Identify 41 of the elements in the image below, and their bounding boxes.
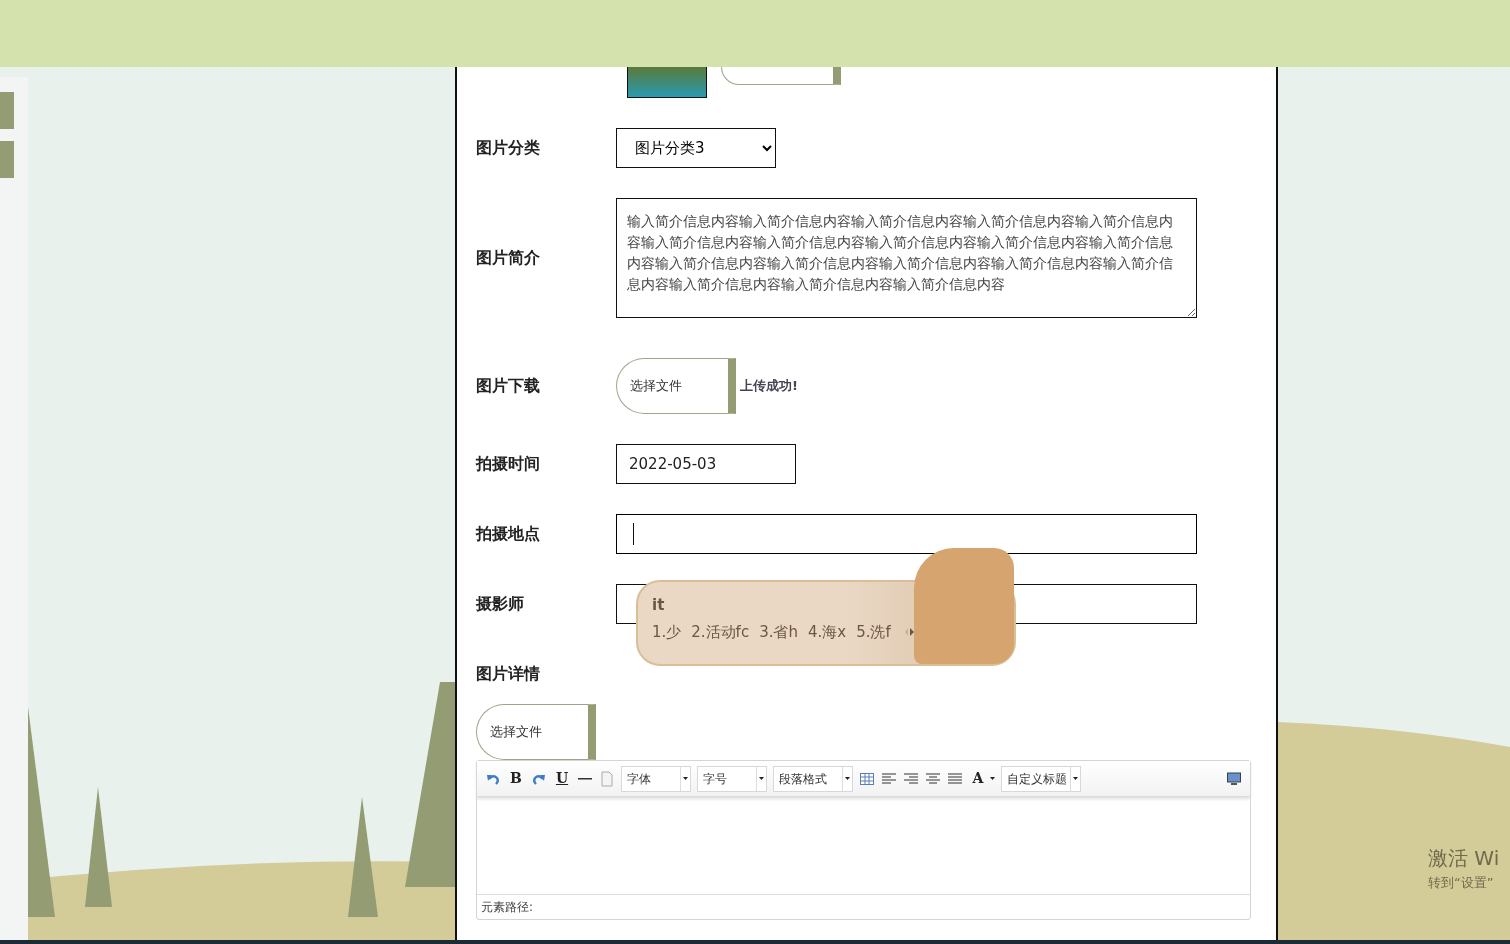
field-label: 图片分类 [476, 137, 541, 159]
toolbar-dropdown[interactable]: 自定义标题 [1001, 765, 1081, 792]
page-icon[interactable] [599, 770, 615, 787]
field-label: 图片详情 [476, 663, 541, 685]
category-select[interactable]: 图片分类3 [616, 128, 776, 168]
file-button[interactable]: 选择文件 [476, 704, 596, 760]
ime-candidate[interactable]: 2.活动fc [691, 620, 750, 643]
intro-textarea[interactable]: 输入简介信息内容输入简介信息内容输入简介信息内容输入简介信息内容输入简介信息内容输入简介信息内容输入简介信息内容输入简介信息内容输入简介信息内容输入简介信息内容输入简介信息内容输入简介信息内容输入简介信息内容输入简介信息内容输入简介信息内容输入简介信息内容输入简介信息内容输入简介信息内容 [616, 198, 1197, 318]
caret-icon [1073, 777, 1078, 780]
field-label: 图片下载 [476, 375, 541, 397]
monitor-icon[interactable] [1226, 770, 1242, 787]
justify-icon[interactable] [947, 770, 963, 787]
toolbar-button[interactable]: U [553, 768, 571, 789]
upload-status: 上传成功! [740, 377, 798, 396]
field-label: 拍摄时间 [476, 453, 541, 475]
table-icon[interactable] [859, 770, 875, 787]
caret-icon [759, 777, 764, 780]
element-path-label: 元素路径: [480, 899, 535, 916]
align-center-icon[interactable] [925, 770, 941, 787]
text-field[interactable] [616, 514, 1197, 554]
toolbar-dropdown[interactable]: 字体 [621, 765, 691, 792]
ime-input-text: it [652, 595, 666, 616]
toolbar-dropdown[interactable]: 字号 [697, 765, 767, 792]
toolbar-dropdown[interactable]: 段落格式 [773, 765, 853, 792]
toolbar-button[interactable]: A [969, 768, 987, 789]
align-left-icon[interactable] [881, 770, 897, 787]
activation-notice-title: 激活 Wi [1428, 845, 1501, 872]
field-label: 图片简介 [476, 247, 541, 269]
toolbar-button[interactable]: B [507, 768, 525, 789]
activation-notice-text: 转到“设置” [1428, 874, 1495, 892]
field-label: 摄影师 [476, 593, 525, 615]
file-button[interactable]: 选择文件 [616, 358, 736, 414]
date-field[interactable]: 2022-05-03 [616, 444, 796, 484]
field-label: 拍摄地点 [476, 523, 541, 545]
ime-candidate[interactable]: 5.洗f [856, 620, 891, 643]
ime-candidate[interactable]: 1.少 [652, 620, 682, 643]
caret-icon [845, 777, 850, 780]
ime-candidate[interactable]: 3.省h [759, 620, 798, 643]
caret-icon [683, 777, 688, 780]
ime-candidate[interactable]: 4.海x [808, 620, 847, 643]
align-right-icon[interactable] [903, 770, 919, 787]
